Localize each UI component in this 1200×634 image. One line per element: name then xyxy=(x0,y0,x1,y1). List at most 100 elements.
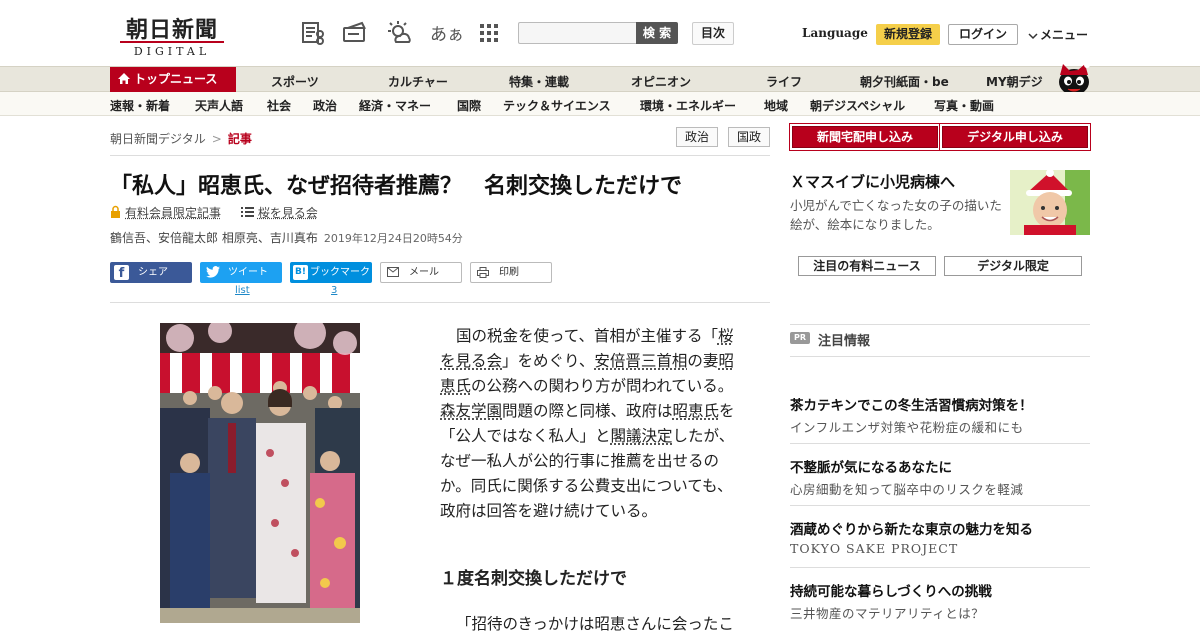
topic-link[interactable]: 桜を見る会 xyxy=(258,206,318,220)
article-photo[interactable] xyxy=(160,323,360,623)
pr-heading: 注目情報 xyxy=(818,330,870,349)
print-icon xyxy=(477,267,489,278)
mail-icon xyxy=(387,267,399,277)
site-header: 朝日新聞 DIGITAL あぁ 検 索 目次 Language 新規登録 ログイ… xyxy=(0,0,1200,66)
lock-icon xyxy=(110,205,121,218)
nav-item-life[interactable]: ライフ xyxy=(766,73,802,90)
sub-nav: 速報・新着 天声人語 社会 政治 経済・マネー 国際 テック＆サイエンス 環境・… xyxy=(0,92,1200,116)
weather-icon[interactable] xyxy=(386,20,412,46)
twitter-share-label: ツイート xyxy=(228,267,268,278)
hatena-bookmark-button[interactable]: B! ブックマーク xyxy=(290,262,372,283)
print-button[interactable]: 印刷 xyxy=(470,262,552,283)
keyword-link[interactable]: 安倍晋三首相 xyxy=(594,352,687,370)
hatena-label: ブックマーク xyxy=(310,267,370,278)
subnav-breaking[interactable]: 速報・新着 xyxy=(110,97,170,114)
authors: 鶴信吾、安倍龍太郎 相原亮、吉川真布 xyxy=(110,231,318,245)
members-only-label[interactable]: 有料会員限定記事 xyxy=(125,206,221,220)
nav-item-paper[interactable]: 朝夕刊紙面・be xyxy=(860,73,949,90)
nav-item-my-asadigi[interactable]: MY朝デジ xyxy=(986,73,1043,90)
twitter-count[interactable]: list xyxy=(235,285,250,296)
main-nav: トップニュース スポーツ カルチャー 特集・連載 オピニオン ライフ 朝夕刊紙面… xyxy=(0,66,1200,92)
search-input[interactable] xyxy=(518,22,636,44)
keyword-link[interactable]: 森友学園 xyxy=(440,402,502,420)
nav-item-opinion[interactable]: オピニオン xyxy=(631,73,691,90)
subnav-international[interactable]: 国際 xyxy=(457,97,481,114)
subnav-tech[interactable]: テック＆サイエンス xyxy=(503,97,611,114)
article-byline: 鶴信吾、安倍龍太郎 相原亮、吉川真布 2019年12月24日20時54分 xyxy=(110,229,463,246)
subnav-photo-video[interactable]: 写真・動画 xyxy=(934,97,994,114)
login-button[interactable]: ログイン xyxy=(948,24,1018,45)
publish-date: 2019年12月24日20時54分 xyxy=(324,232,463,245)
mail-label: メール xyxy=(409,267,439,278)
twitter-icon xyxy=(206,266,220,278)
breadcrumb-separator: > xyxy=(212,132,222,146)
article-meta: 有料会員限定記事 桜を見る会 xyxy=(110,204,318,221)
ticket-icon[interactable] xyxy=(342,20,368,46)
pr-item-subtitle: インフルエンザ対策や花粉症の緩和にも xyxy=(790,417,1024,436)
nav-item-sports[interactable]: スポーツ xyxy=(271,73,319,90)
nav-top-label: トップニュース xyxy=(134,72,217,86)
tab-digital-only[interactable]: デジタル限定 xyxy=(944,256,1082,276)
digital-subscribe-button[interactable]: デジタル申し込み xyxy=(942,126,1088,148)
article-title: 「私人」昭恵氏、なぜ招待者推薦？ 名刺交換しただけで xyxy=(110,168,682,200)
register-button[interactable]: 新規登録 xyxy=(876,24,940,45)
mail-button[interactable]: メール xyxy=(380,262,462,283)
newspaper-subscribe-button[interactable]: 新聞宅配申し込み xyxy=(792,126,938,148)
newspaper-icon[interactable] xyxy=(300,20,326,46)
nav-item-features[interactable]: 特集・連載 xyxy=(509,73,569,90)
tag-national-politics[interactable]: 国政 xyxy=(728,127,770,147)
font-size-button[interactable]: あぁ xyxy=(430,20,464,45)
pr-item-title[interactable]: 茶カテキンでこの冬生活習慣病対策を！ xyxy=(790,394,1033,414)
divider xyxy=(110,155,770,156)
facebook-share-label: シェア xyxy=(138,267,168,278)
grid-menu-icon[interactable] xyxy=(476,20,502,46)
subnav-special[interactable]: 朝デジスペシャル xyxy=(810,97,905,114)
menu-button[interactable]: メニュー xyxy=(1028,26,1088,43)
promo-title[interactable]: Ｘマスイブに小児病棟へ xyxy=(790,171,955,192)
promo-image[interactable] xyxy=(1010,170,1090,235)
pr-item-title[interactable]: 酒蔵めぐりから新たな東京の魅力を知る xyxy=(790,518,1033,538)
print-label: 印刷 xyxy=(499,267,519,278)
divider xyxy=(110,302,770,303)
logo-en: DIGITAL xyxy=(112,45,232,58)
pr-item-subtitle: 三井物産のマテリアリティとは？ xyxy=(790,603,984,622)
divider xyxy=(790,505,1090,506)
subnav-tenseijingo[interactable]: 天声人語 xyxy=(195,97,243,114)
body-text: 国の税金を使って、首相が主催する「 xyxy=(456,327,718,345)
subnav-regional[interactable]: 地域 xyxy=(764,97,788,114)
toc-button[interactable]: 目次 xyxy=(692,22,734,45)
divider xyxy=(790,356,1090,357)
pr-item-subtitle: 心房細動を知って脳卒中のリスクを軽減 xyxy=(790,479,1023,498)
article-body: 国の税金を使って、首相が主催する「桜を見る会」をめぐり、安倍晋三首相の妻昭恵氏の… xyxy=(440,324,746,524)
pr-badge: PR xyxy=(790,332,810,344)
language-link[interactable]: Language xyxy=(802,26,868,40)
site-logo[interactable]: 朝日新聞 DIGITAL xyxy=(112,12,232,56)
search-button[interactable]: 検 索 xyxy=(636,22,678,44)
logo-bar xyxy=(120,41,224,43)
divider xyxy=(790,324,1090,325)
tab-premium-news[interactable]: 注目の有料ニュース xyxy=(798,256,936,276)
twitter-share-button[interactable]: ツイート xyxy=(200,262,282,283)
keyword-link[interactable]: 昭恵氏 xyxy=(673,402,720,420)
facebook-share-button[interactable]: f シェア xyxy=(110,262,192,283)
mascot-icon[interactable] xyxy=(1054,61,1094,95)
hatena-count[interactable]: 3 xyxy=(331,285,337,296)
facebook-icon: f xyxy=(114,265,129,280)
body-text: 「招待のきっかけは昭恵さんに会ったこ xyxy=(456,612,734,634)
body-text: 問題の際と同様、政府は xyxy=(502,402,673,420)
pr-item-subtitle: TOKYO SAKE PROJECT xyxy=(790,541,958,556)
subnav-economy[interactable]: 経済・マネー xyxy=(359,97,431,114)
breadcrumb-home[interactable]: 朝日新聞デジタル xyxy=(110,132,206,146)
body-text: の公務への関わり方が問われている。 xyxy=(471,377,733,395)
pr-item-title[interactable]: 不整脈が気になるあなたに xyxy=(790,456,952,476)
tag-politics[interactable]: 政治 xyxy=(676,127,718,147)
subnav-politics[interactable]: 政治 xyxy=(313,97,337,114)
breadcrumb: 朝日新聞デジタル > 記事 xyxy=(110,130,252,147)
keyword-link[interactable]: 閣議決定 xyxy=(611,427,673,445)
divider xyxy=(790,567,1090,568)
nav-item-culture[interactable]: カルチャー xyxy=(388,73,448,90)
subnav-society[interactable]: 社会 xyxy=(267,97,291,114)
subnav-environment[interactable]: 環境・エネルギー xyxy=(640,97,736,114)
nav-item-top-news[interactable]: トップニュース xyxy=(110,67,236,92)
pr-item-title[interactable]: 持続可能な暮らしづくりへの挑戦 xyxy=(790,580,992,600)
